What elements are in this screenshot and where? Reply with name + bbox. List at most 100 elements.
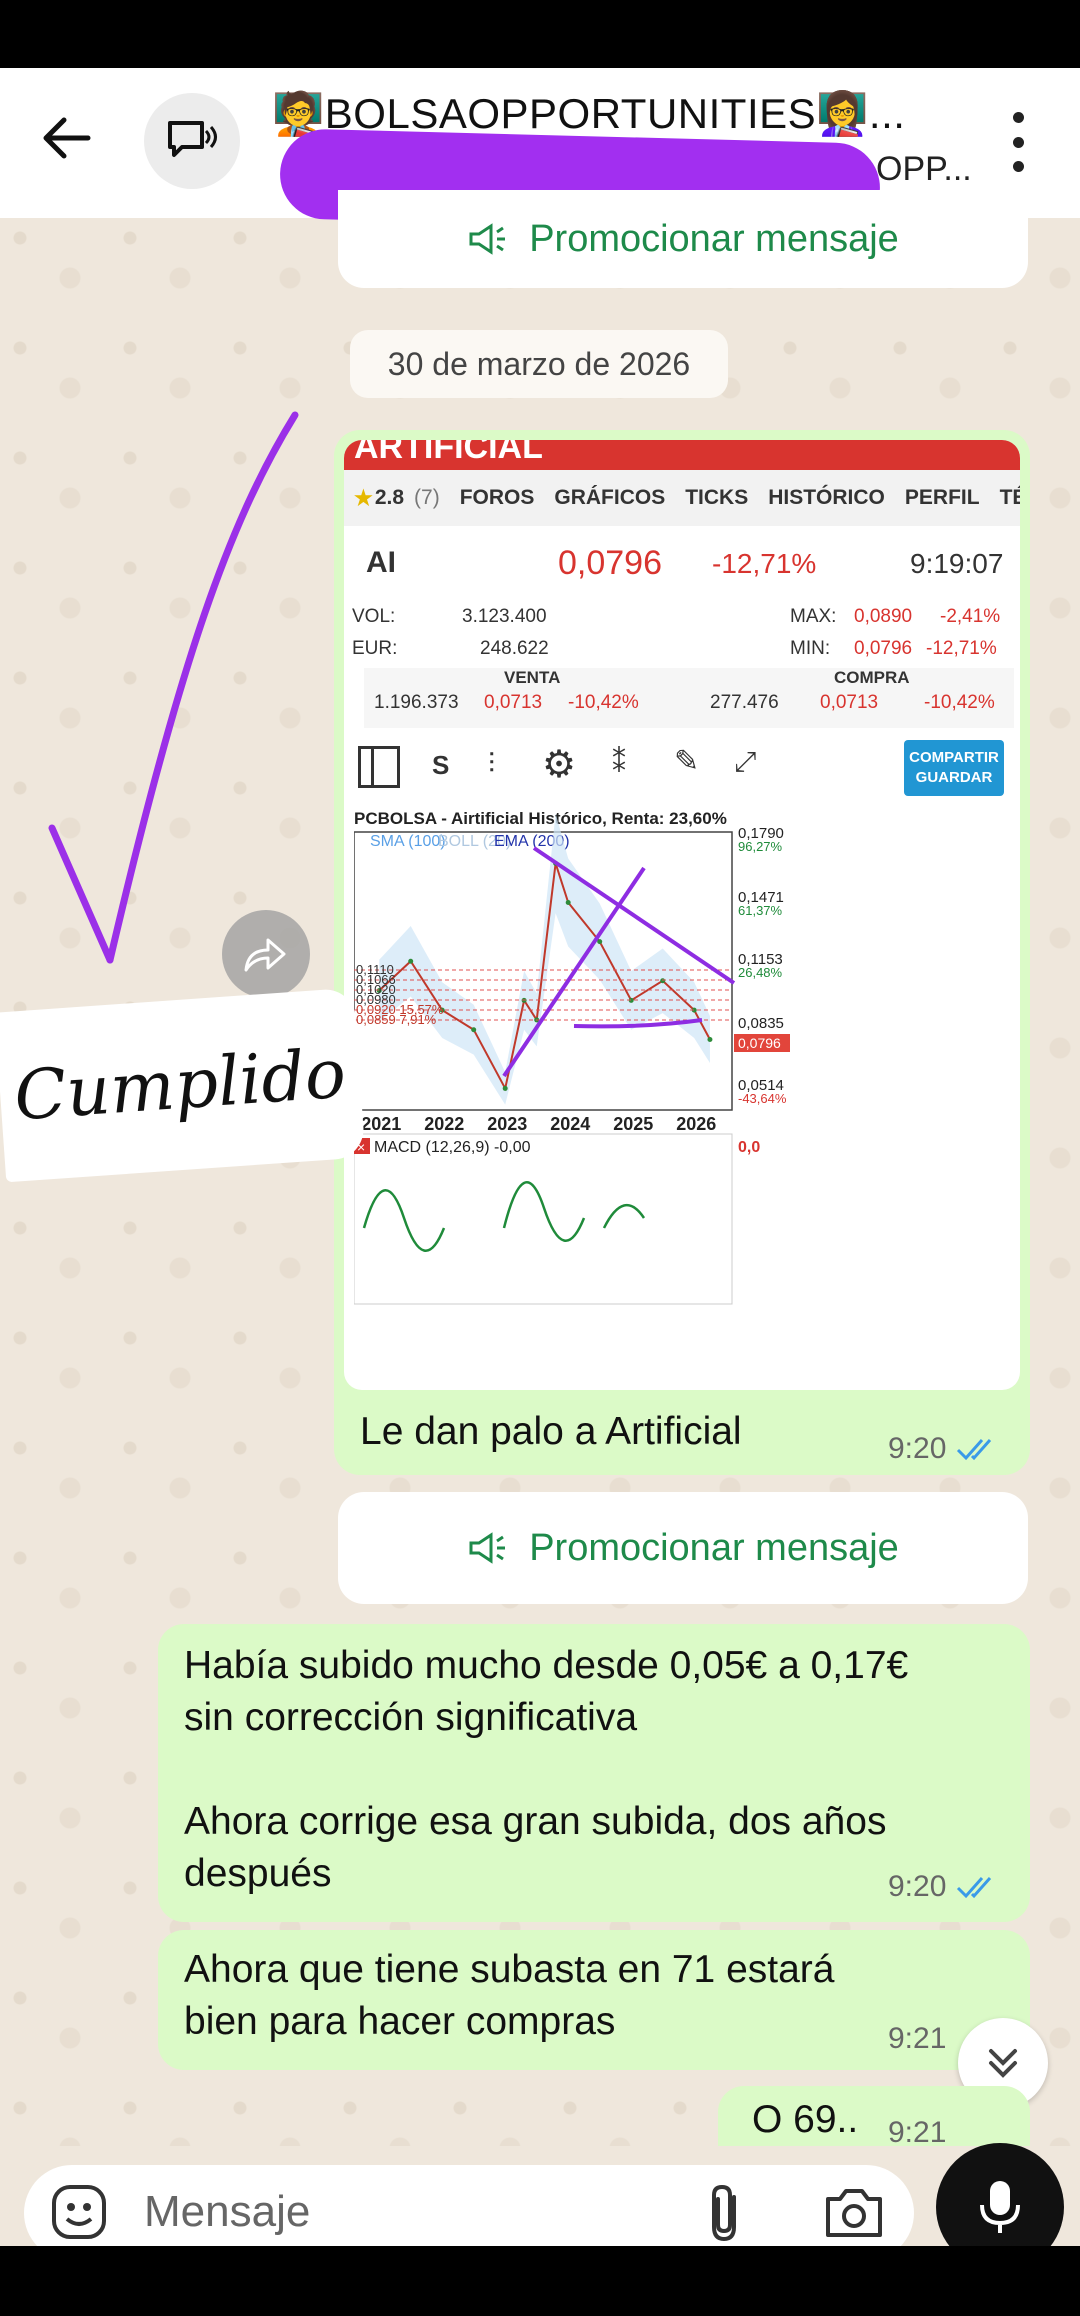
promote-message-button[interactable]: Promocionar mensaje	[338, 1492, 1028, 1604]
max-value: 0,0890	[854, 606, 913, 627]
quote-row: AI 0,0796 -12,71% 9:19:07	[344, 536, 1020, 596]
price-point	[660, 978, 666, 984]
message-2-line-1: Había subido mucho desde 0,05€ a 0,17€	[184, 1644, 909, 1687]
chat-broadcast-icon	[168, 121, 217, 157]
min-pct: -12,71%	[926, 638, 997, 659]
time-2: 9:20	[888, 1870, 947, 1903]
x-tick-label: 2026	[676, 1114, 716, 1134]
price: 0,0796	[558, 544, 662, 582]
promote-label: Promocionar mensaje	[529, 1526, 899, 1569]
vol-value: 3.123.400	[462, 606, 547, 627]
max-label: MAX:	[790, 606, 837, 627]
chevron-double-down-icon	[989, 2049, 1017, 2078]
fullscreen-icon: ⤢	[734, 746, 757, 777]
message-4-text: O 69..	[752, 2098, 859, 2141]
order-book: VENTA COMPRA 1.196.373 0,0713 -10,42% 27…	[364, 668, 1014, 728]
double-check-icon	[957, 1877, 992, 1899]
price-point	[707, 1037, 713, 1042]
venta-label: VENTA	[504, 668, 561, 687]
megaphone-icon	[469, 223, 506, 255]
camera-icon[interactable]	[822, 2183, 886, 2243]
time-1: 9:20	[888, 1432, 947, 1465]
share-save-button: COMPARTIR GUARDAR	[904, 740, 1004, 796]
message-2-line-2: sin corrección significativa	[184, 1696, 638, 1739]
promote-label: Promocionar mensaje	[529, 217, 899, 260]
max-pct: -2,41%	[940, 606, 1001, 627]
rating-star-icon: ★	[354, 486, 373, 510]
tab-foros: FOROS	[459, 486, 535, 509]
macd-value: 0,0	[738, 1139, 760, 1156]
compra-price: 0,0713	[820, 692, 879, 713]
current-price-label: 0,0796	[738, 1035, 781, 1051]
indicators-icon: ⁑	[612, 747, 626, 778]
promote-message-button-top[interactable]: Promocionar mensaje	[338, 190, 1028, 288]
rating-value: 2.8	[374, 486, 405, 509]
tab-historico: HISTÓRICO	[768, 486, 885, 509]
x-tick-label: 2022	[424, 1114, 464, 1134]
chat-subtitle[interactable]: OPP...	[876, 150, 972, 189]
x-tick-label: 2021	[361, 1114, 401, 1134]
price-point	[408, 958, 414, 964]
price-point	[471, 1027, 477, 1033]
message-2-line-3: Ahora corrige esa gran subida, dos años	[184, 1800, 887, 1843]
right-axis-pct: 96,27%	[738, 839, 783, 854]
eur-value: 248.622	[480, 638, 549, 659]
min-value: 0,0796	[854, 638, 913, 659]
message-placeholder: Mensaje	[144, 2187, 311, 2236]
shared-screenshot[interactable]: ARTIFICIAL ★ 2.8 (7) FOROS GRÁFICOS TICK…	[344, 440, 1020, 1390]
candles-icon: ⫶	[488, 748, 496, 779]
price-chart: PCBOLSA - Airtificial Histórico, Renta: …	[354, 808, 1014, 1308]
eur-label: EUR:	[352, 638, 398, 659]
compra-pct: -10,42%	[924, 692, 995, 713]
venta-pct: -10,42%	[568, 692, 639, 713]
min-label: MIN:	[790, 638, 831, 659]
message-2-line-4: después	[184, 1852, 332, 1895]
hand-drawn-arrow	[48, 411, 299, 964]
price-point	[565, 900, 571, 905]
message-time-1: 9:20	[888, 1432, 1002, 1466]
navigation-bar	[0, 2246, 1080, 2316]
right-axis-price: 0,0835	[738, 1015, 784, 1032]
x-tick-label: 2023	[487, 1114, 527, 1134]
change-pct: -12,71%	[712, 548, 817, 579]
time-3: 9:21	[888, 2022, 947, 2055]
group-avatar[interactable]	[144, 93, 240, 189]
stock-banner: ARTIFICIAL	[344, 440, 1020, 470]
megaphone-icon	[469, 1532, 506, 1564]
venta-price: 0,0713	[484, 692, 543, 713]
more-options-icon[interactable]	[1000, 112, 1036, 172]
back-arrow-icon[interactable]	[36, 108, 96, 168]
message-time-2: 9:20	[888, 1870, 1002, 1904]
time-4: 9:21	[888, 2116, 947, 2149]
double-check-icon	[957, 1439, 992, 1461]
tab-graficos: GRÁFICOS	[554, 486, 666, 509]
x-tick-label: 2024	[550, 1114, 590, 1134]
macd-label: MACD (12,26,9) -0,00	[374, 1139, 531, 1156]
compra-qty: 277.476	[710, 692, 779, 713]
message-text-1: Le dan palo a Artificial	[360, 1410, 742, 1453]
venta-qty: 1.196.373	[374, 692, 459, 713]
stock-tabs: ★ 2.8 (7) FOROS GRÁFICOS TICKS HISTÓRICO…	[344, 470, 1020, 526]
microphone-icon	[980, 2181, 1020, 2233]
right-axis-pct: 26,48%	[738, 965, 783, 980]
panel-toggle-icon	[358, 746, 400, 788]
chart-title: PCBOLSA - Airtificial Histórico, Renta: …	[354, 809, 727, 828]
message-time-3: 9:21	[888, 2022, 946, 2056]
attach-icon[interactable]	[700, 2181, 750, 2245]
compra-label: COMPRA	[834, 668, 910, 687]
tab-perfil: PERFIL	[904, 486, 980, 509]
message-time-4: 9:21	[888, 2116, 946, 2150]
quote-time: 9:19:07	[910, 548, 1004, 579]
interval-s: S	[432, 750, 450, 780]
price-point	[502, 1085, 508, 1091]
message-3-line-1: Ahora que tiene subasta en 71 estará	[184, 1948, 835, 1991]
ticker: AI	[366, 546, 396, 579]
right-axis-pct: -43,64%	[738, 1091, 787, 1106]
sticker-icon[interactable]	[50, 2183, 108, 2241]
level-label: 0,0859 7,91%	[356, 1012, 437, 1027]
date-separator: 30 de marzo de 2026	[350, 330, 728, 398]
right-axis-pct: 61,37%	[738, 903, 783, 918]
pencil-icon: ✎	[674, 745, 700, 778]
tab-tecnico: TÉ	[999, 486, 1020, 509]
vol-label: VOL:	[352, 606, 396, 627]
